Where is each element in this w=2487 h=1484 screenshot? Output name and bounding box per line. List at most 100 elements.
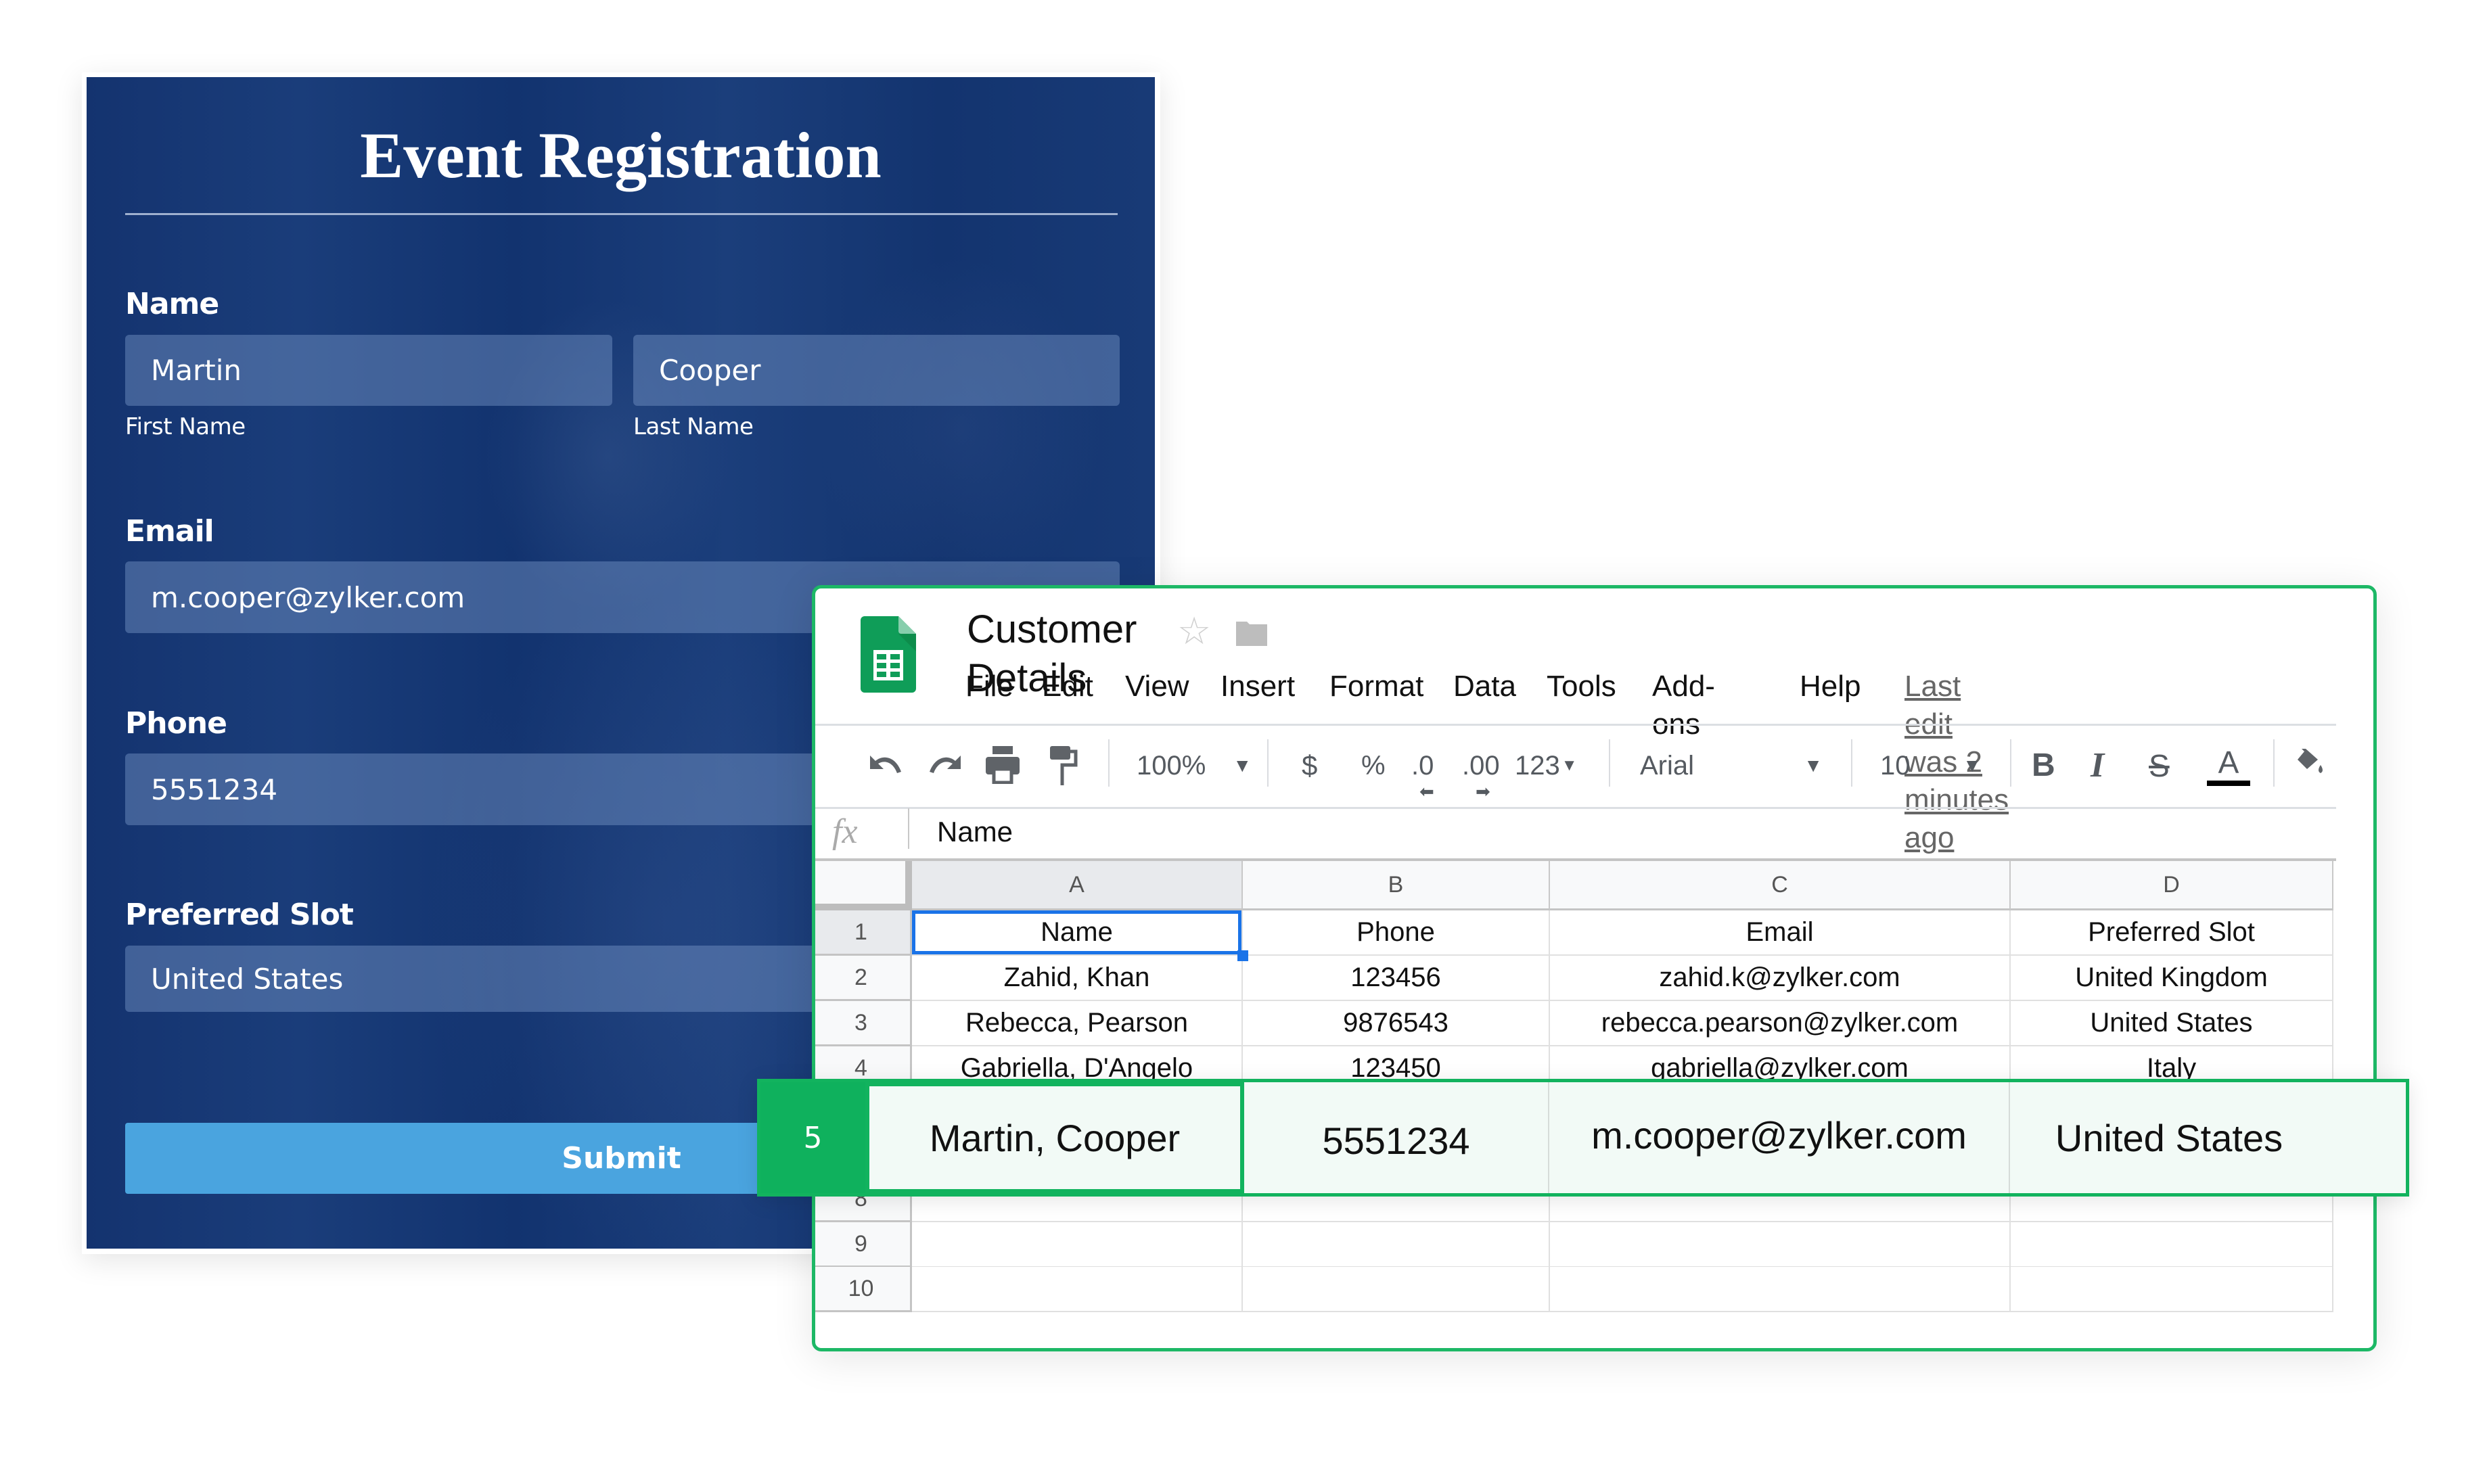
cell-email-row-3[interactable]: rebecca.pearson@zylker.com: [1550, 1001, 2011, 1046]
font-size-value: 10: [1880, 751, 1911, 781]
redo-icon[interactable]: [927, 749, 965, 781]
menu-format[interactable]: Format: [1329, 668, 1423, 705]
name-label: Name: [125, 287, 219, 321]
cell-email-row-2[interactable]: zahid.k@zylker.com: [1550, 956, 2011, 1001]
undo-icon[interactable]: [866, 749, 904, 781]
new-row-phone-cell[interactable]: 5551234: [1244, 1082, 1549, 1193]
fill-color-icon[interactable]: [2294, 747, 2326, 777]
cell-email-row-9[interactable]: [1550, 1222, 2011, 1268]
italic-button[interactable]: I: [2091, 745, 2104, 786]
chevron-down-icon: ▼: [1561, 756, 1578, 774]
menu-insert[interactable]: Insert: [1220, 668, 1295, 705]
text-color-label: A: [2218, 745, 2239, 780]
row-header-1[interactable]: 1: [815, 910, 912, 956]
email-label: Email: [125, 514, 214, 549]
decrease-decimal-button[interactable]: .0 ⬅: [1411, 745, 1434, 802]
toolbar-bottom-divider: [815, 807, 2336, 809]
column-header-b[interactable]: B: [1243, 861, 1550, 910]
cell-slot-row-1[interactable]: Preferred Slot: [2011, 910, 2333, 956]
cell-slot-row-9[interactable]: [2011, 1222, 2333, 1268]
cell-phone-row-3[interactable]: 9876543: [1243, 1001, 1550, 1046]
cell-name-row-2[interactable]: Zahid, Khan: [912, 956, 1243, 1001]
chevron-down-icon: ▼: [1963, 755, 1982, 776]
cell-name-row-10[interactable]: [912, 1267, 1243, 1312]
print-icon[interactable]: [984, 745, 1021, 784]
fx-icon: fx: [832, 812, 858, 851]
paint-format-icon[interactable]: [1049, 745, 1078, 787]
font-size-select[interactable]: 10 ▼: [1880, 745, 1982, 786]
arrow-right-icon: ➡: [1476, 781, 1490, 802]
cell-email-row-10[interactable]: [1550, 1267, 2011, 1312]
cell-name-row-3[interactable]: Rebecca, Pearson: [912, 1001, 1243, 1046]
text-color-swatch: [2207, 781, 2250, 786]
folder-icon[interactable]: [1235, 620, 1269, 647]
cell-phone-row-1[interactable]: Phone: [1243, 910, 1550, 956]
google-sheets-logo-icon: [861, 616, 916, 693]
toolbar-separator: [2273, 739, 2275, 787]
chevron-down-icon: ▼: [1804, 755, 1823, 776]
fill-handle[interactable]: [1237, 950, 1248, 961]
menu-help[interactable]: Help: [1800, 668, 1861, 705]
cell-slot-row-3[interactable]: United States: [2011, 1001, 2333, 1046]
cell-phone-row-10[interactable]: [1243, 1267, 1550, 1312]
row-header-10[interactable]: 10: [815, 1267, 912, 1312]
row-header-3[interactable]: 3: [815, 1001, 912, 1046]
toolbar-separator: [1267, 739, 1269, 787]
currency-format-button[interactable]: $: [1302, 745, 1317, 786]
cell-name-row-9[interactable]: [912, 1222, 1243, 1268]
phone-label: Phone: [125, 706, 227, 741]
last-name-input[interactable]: Cooper: [633, 335, 1120, 406]
column-header-d[interactable]: D: [2011, 861, 2333, 910]
form-title: Event Registration: [360, 119, 882, 191]
cell-slot-row-10[interactable]: [2011, 1267, 2333, 1312]
menu-edit[interactable]: Edit: [1042, 668, 1093, 705]
preferred-slot-label: Preferred Slot: [125, 898, 354, 932]
menu-data[interactable]: Data: [1453, 668, 1516, 705]
cell-phone-row-9[interactable]: [1243, 1222, 1550, 1268]
first-name-sublabel: First Name: [125, 413, 246, 440]
new-row-highlight: 5 Martin, Cooper 5551234 m.cooper@zylker…: [757, 1079, 2409, 1197]
new-row-slot-cell[interactable]: United States: [2010, 1082, 2328, 1193]
bold-button[interactable]: B: [2032, 745, 2055, 786]
menu-view[interactable]: View: [1125, 668, 1189, 705]
zoom-value: 100%: [1137, 751, 1206, 781]
chevron-down-icon: ▼: [1233, 755, 1252, 776]
more-formats-button[interactable]: 123 ▼: [1515, 745, 1578, 786]
new-row-number: 5: [760, 1082, 865, 1193]
increase-decimal-button[interactable]: .00 ➡: [1462, 745, 1500, 802]
toolbar-top-divider: [815, 724, 2336, 726]
column-header-c[interactable]: C: [1550, 861, 2011, 910]
arrow-left-icon: ⬅: [1419, 781, 1434, 802]
toolbar-separator: [1108, 739, 1110, 787]
row-header-2[interactable]: 2: [815, 956, 912, 1001]
toolbar-separator: [2010, 739, 2011, 787]
formula-input[interactable]: Name: [937, 812, 1013, 852]
new-row-email-cell[interactable]: m.cooper@zylker.com: [1549, 1082, 2010, 1193]
menu-addons[interactable]: Add-ons: [1652, 668, 1715, 743]
column-header-a[interactable]: A: [912, 861, 1243, 910]
more-formats-label: 123: [1515, 751, 1560, 781]
select-all-corner[interactable]: [815, 861, 912, 910]
formula-separator: [908, 808, 909, 849]
title-divider: [125, 213, 1118, 215]
font-family-value: Arial: [1640, 751, 1695, 781]
cell-name-row-1[interactable]: Name: [912, 910, 1243, 956]
toolbar-separator: [1851, 739, 1852, 787]
cell-email-row-1[interactable]: Email: [1550, 910, 2011, 956]
menu-file[interactable]: File: [965, 668, 1013, 705]
zoom-select[interactable]: 100% ▼: [1137, 745, 1252, 786]
last-name-sublabel: Last Name: [633, 413, 754, 440]
percent-format-button[interactable]: %: [1361, 745, 1386, 786]
strikethrough-button[interactable]: S: [2149, 745, 2170, 786]
text-color-button[interactable]: A: [2207, 745, 2250, 786]
first-name-input[interactable]: Martin: [125, 335, 612, 406]
menu-tools[interactable]: Tools: [1547, 668, 1616, 705]
new-row-name-cell[interactable]: Martin, Cooper: [865, 1082, 1244, 1193]
spreadsheet-window: Customer Details ☆ File Edit View Insert…: [812, 585, 2377, 1351]
font-family-select[interactable]: Arial ▼: [1640, 745, 1823, 786]
star-icon[interactable]: ☆: [1177, 609, 1211, 653]
row-header-9[interactable]: 9: [815, 1222, 912, 1268]
toolbar-separator: [1609, 739, 1610, 787]
cell-slot-row-2[interactable]: United Kingdom: [2011, 956, 2333, 1001]
cell-phone-row-2[interactable]: 123456: [1243, 956, 1550, 1001]
